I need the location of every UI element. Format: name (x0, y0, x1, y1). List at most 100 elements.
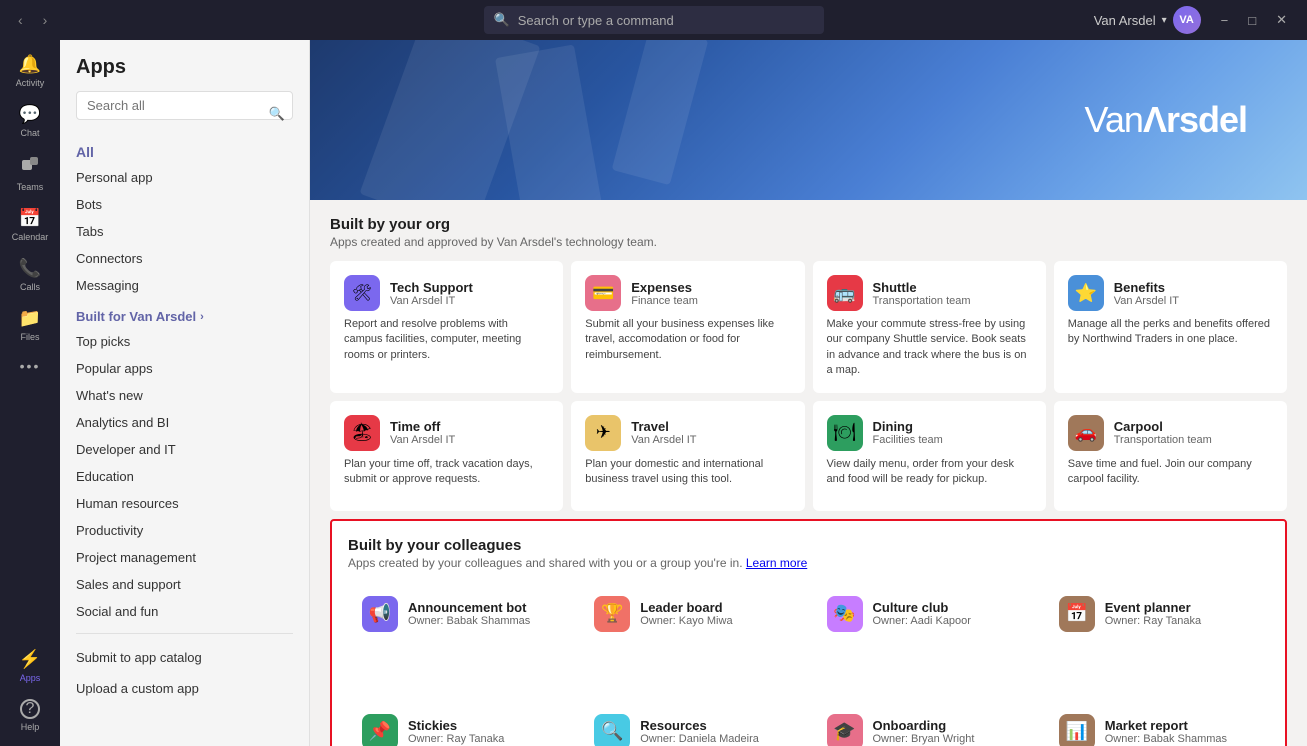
sidebar-label-activity: Activity (16, 78, 45, 88)
app-card-expenses[interactable]: 💳 Expenses Finance team Submit all your … (571, 261, 804, 393)
expenses-icon: 💳 (585, 275, 621, 311)
leader-board-icon: 🏆 (594, 596, 630, 632)
window-controls: − □ ✕ (1213, 8, 1295, 32)
panel-item-education[interactable]: Education (60, 463, 309, 490)
sidebar-item-chat[interactable]: 💬 Chat (4, 98, 56, 144)
panel-item-productivity[interactable]: Productivity (60, 517, 309, 544)
sidebar-item-teams[interactable]: Teams (4, 148, 56, 198)
sidebar-label-chat: Chat (20, 128, 39, 138)
activity-icon: 🔔 (19, 54, 41, 75)
avatar: VA (1173, 6, 1201, 34)
apps-panel-title: Apps (60, 56, 309, 91)
panel-item-top-picks[interactable]: Top picks (60, 328, 309, 355)
main-layout: 🔔 Activity 💬 Chat Teams 📅 Calendar 📞 Cal… (0, 40, 1307, 746)
onboarding-icon: 🎓 (827, 714, 863, 746)
chevron-right-icon: › (200, 311, 204, 323)
global-search-bar[interactable]: 🔍 (484, 6, 824, 34)
app-card-shuttle[interactable]: 🚌 Shuttle Transportation team Make your … (813, 261, 1046, 393)
sidebar-item-calls[interactable]: 📞 Calls (4, 252, 56, 298)
search-icon: 🔍 (494, 12, 510, 28)
panel-item-popular-apps[interactable]: Popular apps (60, 355, 309, 382)
nav-back-button[interactable]: ‹ (12, 8, 29, 32)
app-card-dining[interactable]: 🍽 Dining Facilities team View daily menu… (813, 401, 1046, 511)
sidebar-item-files[interactable]: 📁 Files (4, 302, 56, 348)
event-planner-icon: 📅 (1059, 596, 1095, 632)
panel-item-tabs[interactable]: Tabs (60, 218, 309, 245)
sidebar-label-teams: Teams (17, 182, 44, 192)
calendar-icon: 📅 (19, 208, 41, 229)
dining-icon: 🍽 (827, 415, 863, 451)
app-card-stickies[interactable]: 📌 Stickies Owner: Ray Tanaka (348, 700, 572, 746)
search-input[interactable] (518, 13, 814, 28)
colleagues-apps-grid: 📢 Announcement bot Owner: Babak Shammas … (348, 582, 1269, 746)
sidebar-item-help[interactable]: ? Help (4, 693, 56, 738)
app-card-onboarding[interactable]: 🎓 Onboarding Owner: Bryan Wright (813, 700, 1037, 746)
chevron-down-icon: ▾ (1162, 15, 1167, 26)
close-button[interactable]: ✕ (1268, 8, 1295, 32)
sidebar-item-more[interactable]: ••• (4, 352, 56, 380)
colleagues-title: Built by your colleagues (348, 537, 1269, 554)
help-icon: ? (20, 699, 40, 719)
built-by-org-subtitle: Apps created and approved by Van Arsdel'… (330, 235, 1287, 249)
app-card-time-off[interactable]: 🏖 Time off Van Arsdel IT Plan your time … (330, 401, 563, 511)
panel-item-whats-new[interactable]: What's new (60, 382, 309, 409)
market-report-icon: 📊 (1059, 714, 1095, 746)
org-apps-grid: 🛠 Tech Support Van Arsdel IT Report and … (330, 261, 1287, 511)
all-label[interactable]: All (60, 136, 309, 164)
sidebar-label-help: Help (21, 722, 40, 732)
panel-item-bots[interactable]: Bots (60, 191, 309, 218)
maximize-button[interactable]: □ (1240, 8, 1264, 32)
benefits-icon: ⭐ (1068, 275, 1104, 311)
sidebar-item-activity[interactable]: 🔔 Activity (4, 48, 56, 94)
time-off-icon: 🏖 (344, 415, 380, 451)
app-card-tech-support[interactable]: 🛠 Tech Support Van Arsdel IT Report and … (330, 261, 563, 393)
panel-divider (76, 633, 293, 634)
app-card-carpool[interactable]: 🚗 Carpool Transportation team Save time … (1054, 401, 1287, 511)
resources-icon: 🔍 (594, 714, 630, 746)
built-by-colleagues-section: Built by your colleagues Apps created by… (330, 519, 1287, 746)
panel-item-project-management[interactable]: Project management (60, 544, 309, 571)
app-card-culture-club[interactable]: 🎭 Culture club Owner: Aadi Kapoor (813, 582, 1037, 692)
search-all-input[interactable] (76, 91, 293, 120)
shuttle-icon: 🚌 (827, 275, 863, 311)
apps-icon: ⚡ (19, 649, 41, 670)
user-menu[interactable]: Van Arsdel ▾ VA (1094, 6, 1201, 34)
panel-item-social-fun[interactable]: Social and fun (60, 598, 309, 625)
panel-item-sales-support[interactable]: Sales and support (60, 571, 309, 598)
panel-item-connectors[interactable]: Connectors (60, 245, 309, 272)
panel-item-personal-app[interactable]: Personal app (60, 164, 309, 191)
app-card-event-planner[interactable]: 📅 Event planner Owner: Ray Tanaka (1045, 582, 1269, 692)
app-card-announcement-bot[interactable]: 📢 Announcement bot Owner: Babak Shammas (348, 582, 572, 692)
app-card-benefits[interactable]: ⭐ Benefits Van Arsdel IT Manage all the … (1054, 261, 1287, 393)
built-for-label[interactable]: Built for Van Arsdel › (60, 299, 309, 328)
title-bar: ‹ › 🔍 Van Arsdel ▾ VA − □ ✕ (0, 0, 1307, 40)
nav-forward-button[interactable]: › (37, 8, 54, 32)
panel-item-messaging[interactable]: Messaging (60, 272, 309, 299)
app-card-travel[interactable]: ✈ Travel Van Arsdel IT Plan your domesti… (571, 401, 804, 511)
learn-more-link[interactable]: Learn more (746, 556, 807, 570)
minimize-button[interactable]: − (1213, 8, 1237, 32)
teams-icon (20, 154, 40, 179)
built-by-org-title: Built by your org (330, 216, 1287, 233)
app-card-market-report[interactable]: 📊 Market report Owner: Babak Shammas (1045, 700, 1269, 746)
app-card-resources[interactable]: 🔍 Resources Owner: Daniela Madeira (580, 700, 804, 746)
panel-item-submit-catalog[interactable]: Submit to app catalog (60, 642, 309, 673)
colleagues-subtitle: Apps created by your colleagues and shar… (348, 556, 1269, 570)
files-icon: 📁 (19, 308, 41, 329)
panel-item-developer-it[interactable]: Developer and IT (60, 436, 309, 463)
panel-item-human-resources[interactable]: Human resources (60, 490, 309, 517)
culture-club-icon: 🎭 (827, 596, 863, 632)
title-bar-right: Van Arsdel ▾ VA − □ ✕ (1094, 6, 1295, 34)
built-by-org-section: Built by your org Apps created and appro… (310, 200, 1307, 519)
sidebar-item-apps[interactable]: ⚡ Apps (4, 643, 56, 689)
sidebar: 🔔 Activity 💬 Chat Teams 📅 Calendar 📞 Cal… (0, 40, 60, 746)
chat-icon: 💬 (19, 104, 41, 125)
stickies-icon: 📌 (362, 714, 398, 746)
panel-item-analytics-bi[interactable]: Analytics and BI (60, 409, 309, 436)
app-card-leader-board[interactable]: 🏆 Leader board Owner: Kayo Miwa (580, 582, 804, 692)
carpool-icon: 🚗 (1068, 415, 1104, 451)
hero-bg (310, 40, 1307, 200)
sidebar-item-calendar[interactable]: 📅 Calendar (4, 202, 56, 248)
panel-item-upload-custom[interactable]: Upload a custom app (60, 673, 309, 704)
announcement-bot-icon: 📢 (362, 596, 398, 632)
